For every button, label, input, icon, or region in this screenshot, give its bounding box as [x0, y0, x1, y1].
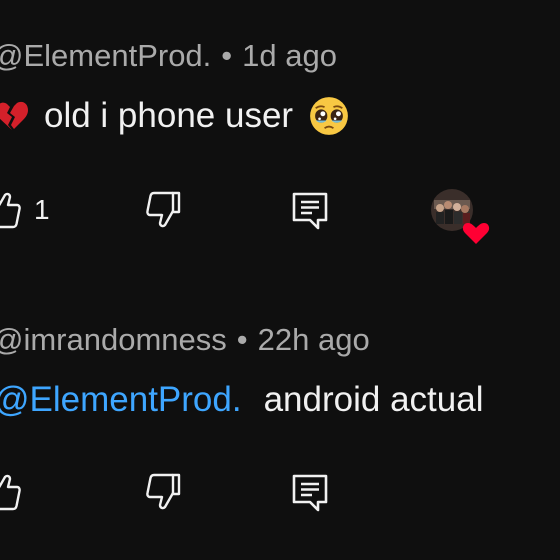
comment-meta: @imrandomness • 22h ago [0, 322, 370, 358]
reply-icon [292, 192, 328, 230]
comment-time: 22h ago [257, 322, 370, 357]
creator-heart-badge [430, 188, 490, 248]
dislike-button[interactable] [140, 190, 182, 230]
comment-author[interactable]: @imrandomness [0, 322, 227, 357]
dislike-button[interactable] [140, 472, 182, 512]
comment-meta: @ElementProd. • 1d ago [0, 38, 337, 74]
reply-button[interactable] [290, 190, 330, 232]
reply-button[interactable] [290, 472, 330, 514]
meta-separator: • [221, 38, 233, 73]
comment-text: android actual [263, 380, 484, 419]
like-icon [0, 192, 21, 229]
mention-link[interactable]: @ElementProd. [0, 380, 242, 420]
creator-heart-icon [431, 189, 490, 244]
dislike-icon [146, 191, 181, 228]
like-count: 1 [34, 194, 50, 225]
dislike-icon [146, 473, 181, 510]
comment-author[interactable]: @ElementProd. [0, 38, 211, 73]
comment-text: old i phone user [44, 96, 294, 135]
pleading-face-emoji [310, 97, 348, 135]
broken-heart-emoji [0, 101, 28, 130]
comment-actions [0, 472, 560, 520]
like-icon [0, 474, 21, 511]
like-button[interactable] [0, 472, 22, 512]
comment-text-line: @ElementProd. android actual [0, 380, 483, 420]
reply-icon [292, 474, 328, 512]
like-button[interactable]: 1 [0, 190, 50, 230]
meta-separator: • [236, 322, 248, 357]
comment-time: 1d ago [242, 38, 337, 73]
comment-actions: 1 [0, 189, 560, 244]
comment-text-line: old i phone user [0, 96, 349, 136]
